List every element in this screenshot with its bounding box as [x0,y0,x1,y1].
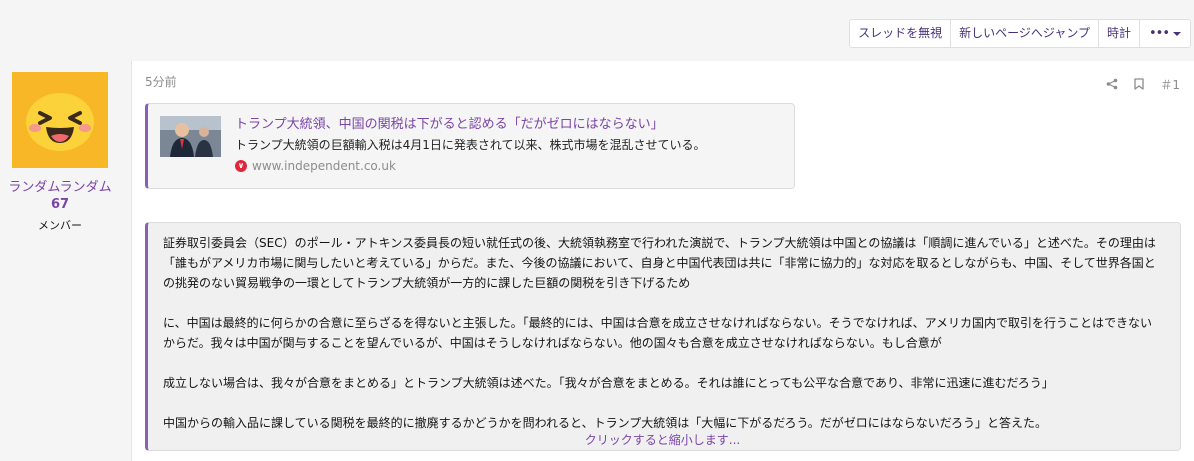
watch-button[interactable]: 時計 [1099,20,1140,47]
link-preview[interactable]: トランプ大統領、中国の関税は下がると認める「だがゼロにはならない」 トランプ大統… [145,103,795,189]
collapse-toggle-link[interactable]: クリックすると縮小します... [163,433,1162,447]
bookmark-icon[interactable] [1134,75,1145,94]
avatar[interactable] [12,72,108,168]
jump-to-new-button[interactable]: 新しいページへジャンプ [951,20,1099,47]
user-role: メンバー [38,219,82,232]
username-link[interactable]: ランダムランダム [0,176,120,195]
caret-down-icon [1173,31,1181,36]
quote-paragraph: 中国からの輸入品に課している関税を最終的に撤廃するかどうかを問われると、トランプ… [163,416,1048,430]
ignore-thread-button[interactable]: スレッドを無視 [850,20,952,47]
site-favicon-icon: ∨ [235,160,247,172]
preview-title-link[interactable]: トランプ大統領、中国の関税は下がると認める「だがゼロにはならない」 [235,113,664,132]
thread-toolbar: スレッドを無視 新しいページへジャンプ 時計 ••• [849,19,1191,48]
preview-site[interactable]: ∨ www.independent.co.uk [235,159,396,173]
post-number-link[interactable]: ＃1 [1160,76,1180,93]
user-number[interactable]: 67 [0,197,120,212]
quote-paragraph: 証券取引委員会（SEC）のポール・アトキンス委員長の短い就任式の後、大統領執務室… [163,236,1156,290]
quote-block: 証券取引委員会（SEC）のポール・アトキンス委員長の短い就任式の後、大統領執務室… [145,222,1181,451]
post-actions: ＃1 [1106,75,1180,94]
more-options-button[interactable]: ••• [1140,20,1190,47]
preview-thumbnail [160,116,221,157]
post-timestamp[interactable]: 5分前 [145,73,177,90]
message-body: 5分前 ＃1 トランプ大統領、中国の関税は下がると認める「だがゼロにはならない」… [131,61,1194,461]
user-info: ランダムランダム 67 メンバー [0,72,120,233]
share-icon[interactable] [1106,75,1118,94]
ellipsis-icon: ••• [1148,26,1170,41]
laughing-face-icon [26,93,94,151]
quote-paragraph: に、中国は最終的に何らかの合意に至らざるを得ないと主張した。「最終的には、中国は… [163,316,1153,350]
preview-site-url[interactable]: www.independent.co.uk [252,159,396,173]
quote-paragraph: 成立しない場合は、我々が合意をまとめる」とトランプ大統領は述べた。「我々が合意を… [163,376,1054,390]
preview-description: トランプ大統領の巨額輸入税は4月1日に発表されて以来、株式市場を混乱させている。 [235,138,706,152]
